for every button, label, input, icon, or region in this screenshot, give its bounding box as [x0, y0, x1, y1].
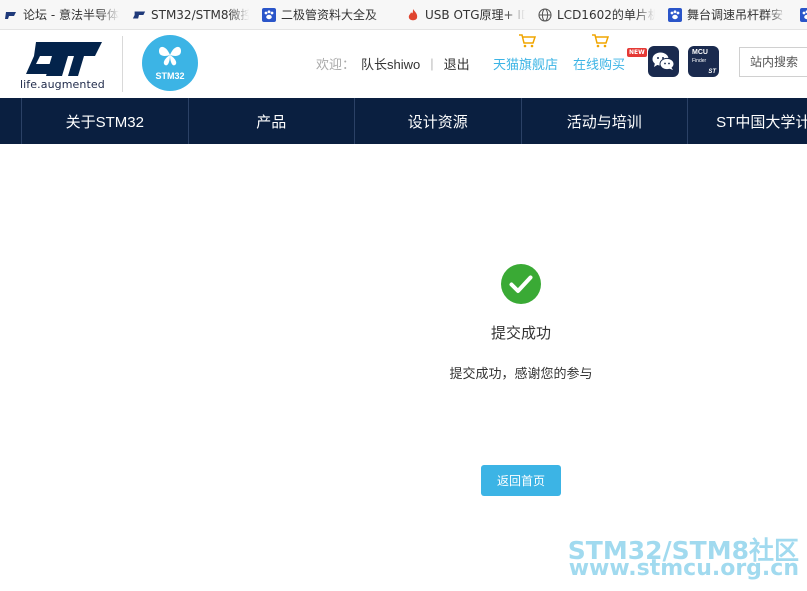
bookmark-label: LCD1602的单片机 [557, 8, 655, 22]
tmall-store-link[interactable]: 天猫旗舰店 [493, 54, 558, 73]
logout-link[interactable]: 退出 [444, 54, 470, 73]
bookmark-label: 二极管资料大全及 [281, 8, 378, 22]
nav-about-stm32[interactable]: 关于STM32 [21, 98, 188, 144]
baidu-paw-icon [668, 7, 682, 22]
baidu-paw-icon [262, 7, 276, 22]
username-link[interactable]: 队长shiwo [361, 54, 420, 73]
globe-icon [538, 7, 552, 22]
new-badge: NEW [627, 48, 647, 57]
butterfly-icon [159, 46, 181, 66]
success-check-icon [501, 264, 541, 304]
nav-design-resources[interactable]: 设计资源 [354, 98, 521, 144]
bookmark-label: 舞台调速吊杆群安 [687, 8, 784, 22]
wechat-icon[interactable] [648, 46, 679, 77]
success-message: 提交成功，感谢您的参与 [449, 367, 593, 382]
bookmark-item[interactable]: LCD1602的单片机 [534, 0, 664, 29]
return-home-button[interactable]: 返回首页 [481, 465, 561, 496]
mcu-finder-sub: Finder [692, 58, 707, 64]
logo-divider [122, 36, 123, 92]
bookmark-label: STM32/STM8微控 [151, 8, 249, 22]
bookmark-label: 论坛 - 意法半导体 [23, 8, 119, 22]
cart-icon [592, 34, 609, 48]
bookmark-label: USB OTG原理+ ID [425, 8, 525, 22]
buy-online-link[interactable]: 在线购买 [573, 54, 625, 73]
bookmark-item[interactable]: 论坛 - 意法半导体 [0, 0, 128, 29]
stm32-badge-label: STM32 [155, 71, 185, 81]
fire-icon [406, 8, 420, 22]
main-nav: 关于STM32 产品 设计资源 活动与培训 ST中国大学计划 [0, 98, 807, 144]
separator: | [430, 56, 434, 71]
success-title: 提交成功 [490, 324, 551, 342]
mcu-finder-icon[interactable]: MCU Finder ST [688, 46, 719, 77]
st-logo-icon [132, 8, 146, 22]
bookmark-item[interactable]: USB OTG原理+ ID [402, 0, 534, 29]
watermark-url: www.stmcu.org.cn [568, 556, 799, 581]
cart-icon [519, 34, 536, 48]
baidu-paw-icon [800, 7, 807, 22]
welcome-label: 欢迎： [316, 57, 356, 72]
nav-products[interactable]: 产品 [187, 98, 355, 144]
st-community-icon [4, 8, 18, 22]
bookmark-item[interactable]: STM32/STM8微控 [128, 0, 258, 29]
nav-events-training[interactable]: 活动与培训 [520, 98, 688, 144]
site-search-input[interactable] [739, 47, 807, 77]
bookmarks-bar: 论坛 - 意法半导体 STM32/STM8微控 二极管资料大全及 USB OTG… [0, 0, 807, 30]
nav-university-program[interactable]: ST中国大学计划 [687, 98, 807, 144]
bookmark-item[interactable]: 舞台调速吊杆群安 [664, 0, 796, 29]
bookmark-item[interactable]: 二极管资料大全及 [258, 0, 402, 29]
site-header: life.augmented STM32 欢迎： 队长shiwo | 退出 天猫… [0, 30, 807, 98]
bookmark-item[interactable]: 舞 [796, 0, 807, 29]
stm32-badge[interactable]: STM32 [142, 35, 198, 91]
mcu-finder-label: MCU [692, 49, 708, 56]
tagline: life.augmented [20, 78, 105, 91]
mcu-finder-brand: ST [708, 69, 716, 75]
user-bar: 欢迎： 队长shiwo | 退出 [316, 54, 470, 73]
